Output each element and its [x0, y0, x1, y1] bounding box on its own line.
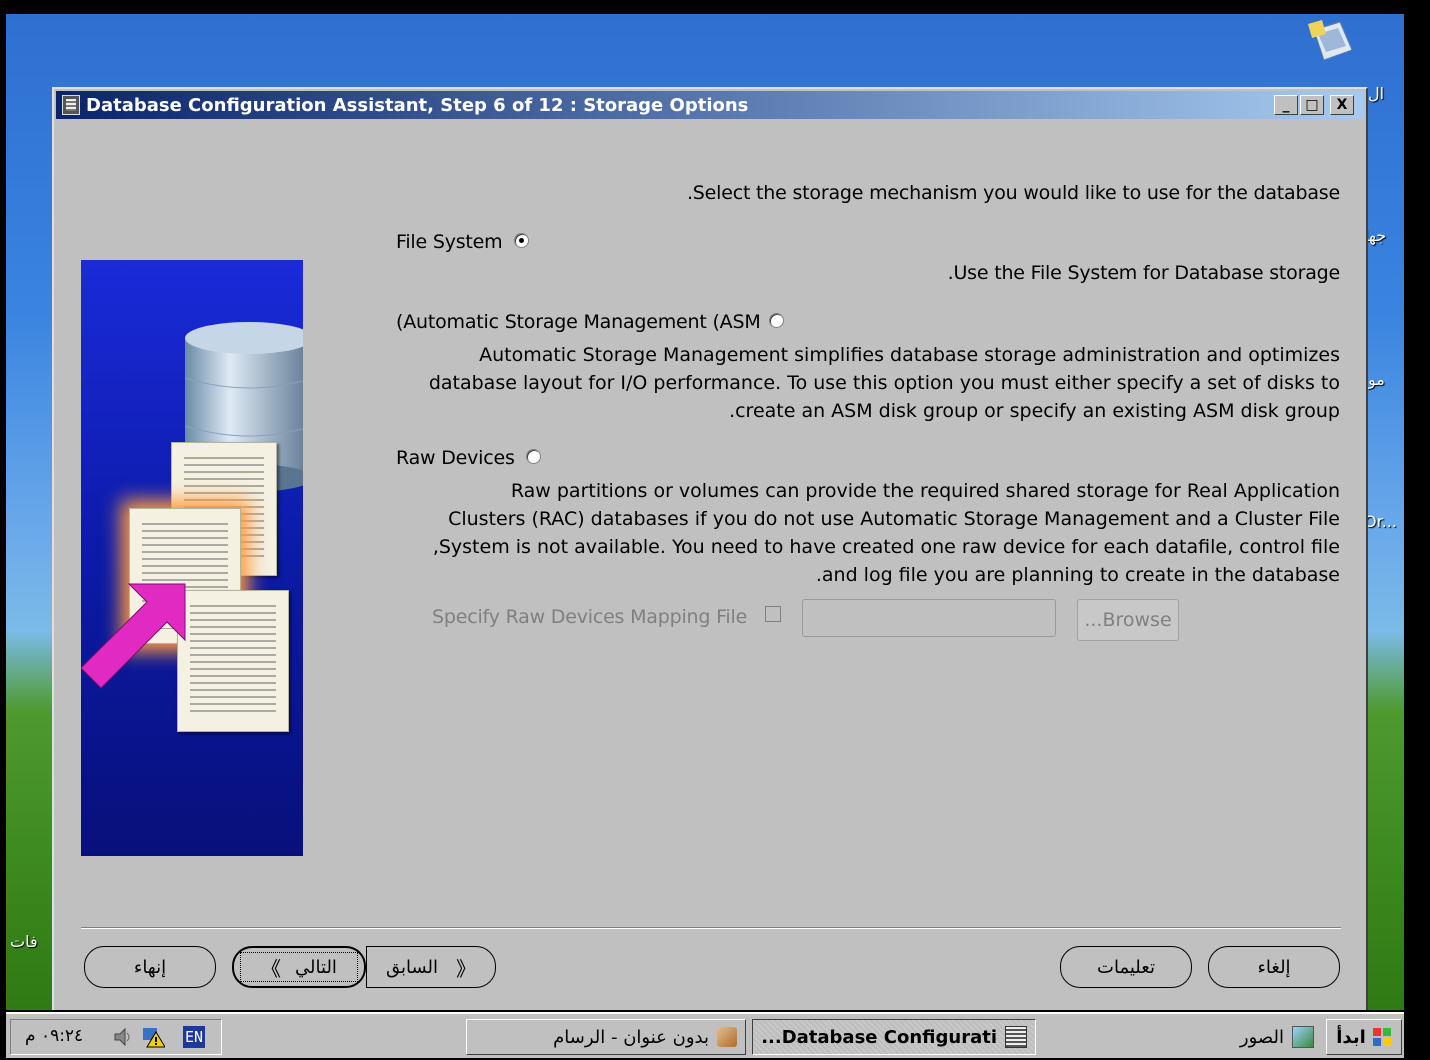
language-indicator[interactable]: EN — [183, 1026, 206, 1048]
start-button[interactable]: ابدأ — [1326, 1019, 1402, 1055]
desktop: جها مو Or... ال فات Database Configurati… — [6, 14, 1404, 1010]
taskbar-item-dbca[interactable]: ...Database Configurati — [752, 1019, 1036, 1055]
asm-radio[interactable] — [769, 313, 784, 328]
clock[interactable]: ٠٩:٢٤ م — [25, 1026, 83, 1046]
quick-launch-pictures[interactable]: الصور — [1042, 1019, 1322, 1055]
start-label: ابدأ — [1336, 1026, 1366, 1048]
asm-description-line: .create an ASM disk group or specify an … — [729, 400, 1340, 422]
help-label: تعليمات — [1097, 956, 1155, 978]
system-tray: ٠٩:٢٤ م EN — [10, 1019, 222, 1055]
file-system-label[interactable]: File System — [396, 231, 503, 253]
raw-description-line: Raw partitions or volumes can provide th… — [510, 480, 1340, 502]
raw-mapping-file-input[interactable] — [802, 599, 1056, 637]
raw-description-line: Clusters (RAC) databases if you do not u… — [448, 508, 1340, 530]
pictures-icon — [1292, 1026, 1314, 1048]
close-button[interactable]: X — [1330, 95, 1354, 115]
raw-description-line: ,System is not available. You need to ha… — [432, 536, 1340, 558]
raw-devices-description: Raw partitions or volumes can provide th… — [433, 477, 1340, 589]
volume-icon[interactable] — [113, 1027, 133, 1047]
chevron-right-icon: 》 — [456, 956, 477, 981]
help-button[interactable]: تعليمات — [1060, 946, 1192, 988]
title-bar[interactable]: Database Configuration Assistant, Step 6… — [56, 91, 1364, 119]
raw-mapping-label: Specify Raw Devices Mapping File — [432, 606, 748, 628]
desktop-label-4[interactable]: ال — [1368, 84, 1384, 103]
back-button[interactable]: السابق 》 — [366, 946, 496, 988]
quick-launch-label: الصور — [1239, 1026, 1284, 1048]
content-area: .Select the storage mechanism you would … — [54, 119, 1366, 929]
back-label: السابق — [385, 956, 439, 978]
maximize-button[interactable]: □ — [1300, 95, 1324, 115]
dbca-window: Database Configuration Assistant, Step 6… — [52, 87, 1368, 1010]
windows-logo-icon — [1372, 1027, 1392, 1047]
raw-mapping-checkbox[interactable] — [765, 606, 781, 622]
warning-icon[interactable] — [143, 1026, 166, 1048]
window-title: Database Configuration Assistant, Step 6… — [86, 94, 749, 116]
arrow-icon — [81, 583, 186, 689]
asm-description: Automatic Storage Management simplifies … — [429, 341, 1340, 425]
paint-icon — [717, 1027, 737, 1047]
screen: جها مو Or... ال فات Database Configurati… — [0, 0, 1430, 1060]
taskbar-item-label: بدون عنوان - الرسام — [553, 1026, 709, 1048]
desktop-label-3[interactable]: Or... — [1364, 512, 1397, 531]
taskbar-item-paint[interactable]: بدون عنوان - الرسام — [466, 1019, 746, 1055]
file-system-radio[interactable] — [514, 233, 529, 248]
asm-description-line: database layout for I/O performance. To … — [428, 372, 1340, 394]
database-icon — [62, 95, 80, 115]
raw-devices-label[interactable]: Raw Devices — [396, 447, 515, 469]
cancel-label: إلغاء — [1257, 956, 1291, 978]
taskbar-item-label: ...Database Configurati — [761, 1026, 997, 1048]
database-icon — [1005, 1026, 1027, 1048]
button-separator — [81, 927, 1341, 929]
asm-label[interactable]: (Automatic Storage Management (ASM — [396, 311, 761, 333]
storage-illustration — [81, 260, 303, 856]
browse-button[interactable]: ...Browse — [1077, 599, 1179, 641]
raw-description-line: .and log file you are planning to create… — [815, 564, 1340, 586]
desktop-label-2[interactable]: مو — [1368, 370, 1385, 389]
intro-text: .Select the storage mechanism you would … — [686, 182, 1340, 204]
finish-button[interactable]: إنهاء — [84, 946, 216, 988]
desktop-icon-graphic[interactable] — [1306, 20, 1356, 64]
taskbar: ٠٩:٢٤ م EN بدون عنوان - الرسام ...Databa… — [6, 1012, 1404, 1058]
asm-description-line: Automatic Storage Management simplifies … — [479, 344, 1340, 366]
document-icon — [177, 590, 289, 732]
desktop-label-5[interactable]: فات — [10, 932, 38, 951]
raw-devices-radio[interactable] — [526, 449, 541, 464]
finish-label: إنهاء — [133, 956, 167, 978]
minimize-button[interactable]: _ — [1274, 95, 1298, 115]
file-system-description: .Use the File System for Database storag… — [947, 262, 1341, 284]
cancel-button[interactable]: إلغاء — [1208, 946, 1340, 988]
next-button[interactable]: 《 التالي — [232, 946, 366, 988]
